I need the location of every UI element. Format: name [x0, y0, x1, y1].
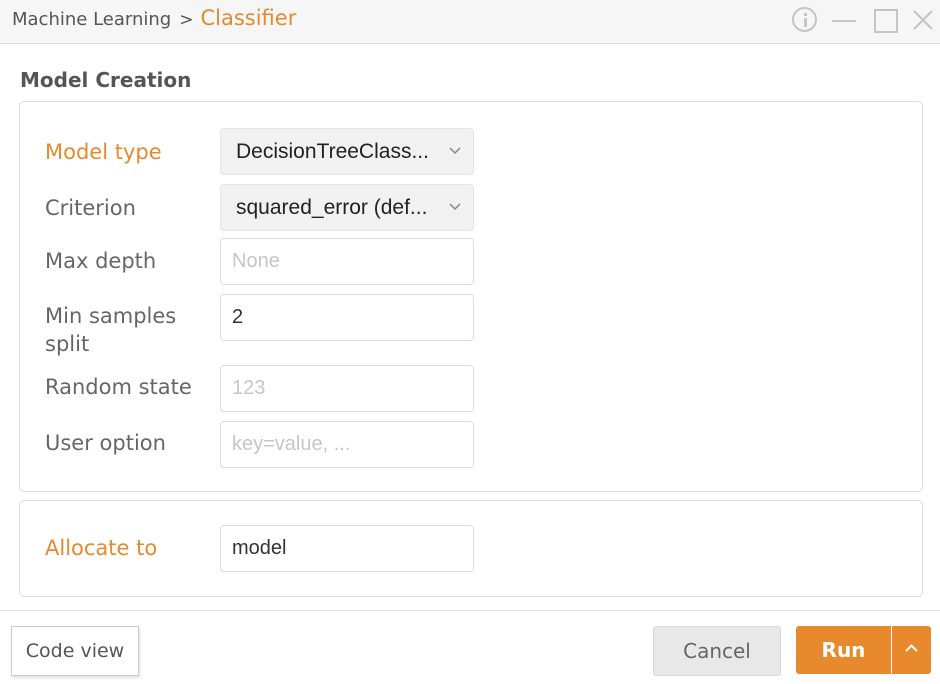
max-depth-label: Max depth — [45, 249, 157, 273]
random-state-input[interactable] — [220, 365, 474, 412]
run-button[interactable]: Run — [796, 626, 891, 674]
allocate-input[interactable] — [220, 525, 474, 572]
title-bar: Machine Learning > Classifier — [0, 0, 940, 44]
breadcrumb-current: Classifier — [200, 6, 297, 30]
model-type-value: DecisionTreeClass... — [236, 140, 429, 163]
maximize-icon[interactable] — [872, 7, 898, 33]
breadcrumb: Machine Learning > Classifier — [12, 6, 296, 30]
criterion-select[interactable]: squared_error (def... — [220, 184, 474, 231]
code-view-button[interactable]: Code view — [11, 626, 139, 676]
model-options-panel: Model type DecisionTreeClass... Criterio… — [19, 101, 923, 492]
max-depth-input[interactable] — [220, 238, 474, 285]
cancel-button[interactable]: Cancel — [653, 626, 781, 676]
allocate-label: Allocate to — [45, 536, 158, 560]
breadcrumb-separator: > — [179, 10, 194, 30]
chevron-down-icon — [449, 203, 461, 211]
allocate-panel: Allocate to — [19, 500, 923, 597]
chevron-down-icon — [449, 147, 461, 155]
criterion-label: Criterion — [45, 196, 136, 220]
close-icon[interactable] — [910, 7, 936, 33]
minimize-icon[interactable] — [831, 7, 857, 33]
breadcrumb-parent[interactable]: Machine Learning — [12, 9, 171, 30]
model-type-select[interactable]: DecisionTreeClass... — [220, 128, 474, 175]
model-type-label: Model type — [45, 140, 162, 164]
user-option-input[interactable] — [220, 421, 474, 468]
info-icon[interactable] — [792, 7, 817, 32]
footer-divider — [0, 610, 940, 611]
run-options-button[interactable] — [892, 626, 931, 674]
min-samples-split-label: Min samples split — [45, 304, 177, 356]
min-samples-split-input[interactable] — [220, 294, 474, 341]
user-option-label: User option — [45, 431, 166, 455]
random-state-label: Random state — [45, 375, 192, 399]
criterion-value: squared_error (def... — [236, 196, 428, 219]
chevron-up-icon — [905, 644, 918, 652]
section-title: Model Creation — [20, 68, 192, 92]
